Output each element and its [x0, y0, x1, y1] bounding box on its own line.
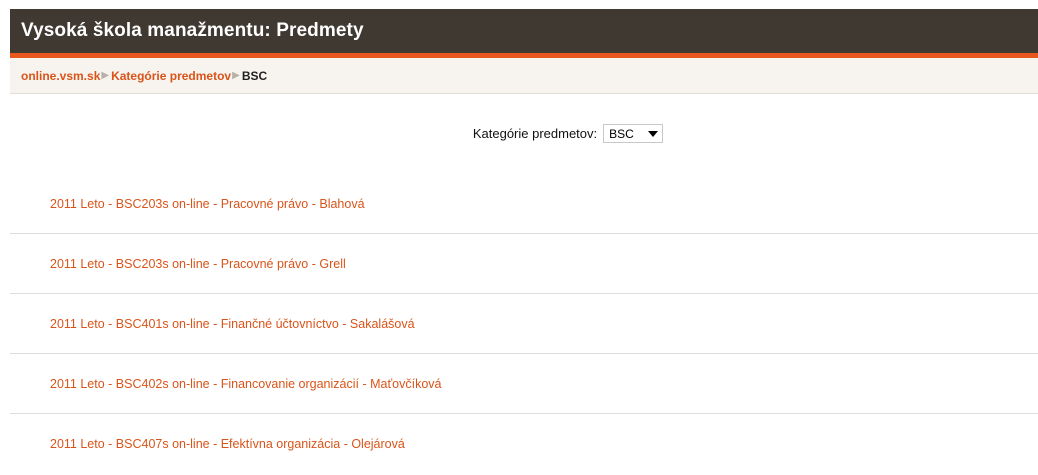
chevron-down-icon [648, 130, 659, 137]
course-link[interactable]: 2011 Leto - BSC203s on-line - Pracovné p… [50, 257, 346, 271]
category-select[interactable]: BSC [603, 124, 664, 143]
breadcrumb-link-categories[interactable]: Kategórie predmetov [111, 69, 231, 83]
category-select-label: Kategórie predmetov: [472, 126, 598, 141]
course-link[interactable]: 2011 Leto - BSC407s on-line - Efektívna … [50, 437, 405, 451]
list-item: 2011 Leto - BSC203s on-line - Pracovné p… [10, 174, 1038, 234]
breadcrumb-link-home[interactable]: online.vsm.sk [21, 69, 100, 83]
course-link[interactable]: 2011 Leto - BSC401s on-line - Finančné ú… [50, 317, 415, 331]
course-link[interactable]: 2011 Leto - BSC203s on-line - Pracovné p… [50, 197, 365, 211]
list-item: 2011 Leto - BSC402s on-line - Financovan… [10, 354, 1038, 414]
breadcrumb: online.vsm.sk ▶ Kategórie predmetov ▶ BS… [10, 58, 1038, 94]
category-selector: Kategórie predmetov: BSC [10, 124, 1038, 143]
site-header: Vysoká škola manažmentu: Predmety [10, 9, 1038, 58]
category-select-value: BSC [609, 126, 634, 141]
page-title: Vysoká škola manažmentu: Predmety [21, 20, 364, 41]
breadcrumb-current: BSC [241, 68, 268, 83]
course-list: 2011 Leto - BSC203s on-line - Pracovné p… [10, 174, 1038, 474]
list-item: 2011 Leto - BSC407s on-line - Efektívna … [10, 414, 1038, 474]
course-link[interactable]: 2011 Leto - BSC402s on-line - Financovan… [50, 377, 441, 391]
list-item: 2011 Leto - BSC401s on-line - Finančné ú… [10, 294, 1038, 354]
breadcrumb-separator-icon: ▶ [232, 70, 240, 81]
list-item: 2011 Leto - BSC203s on-line - Pracovné p… [10, 234, 1038, 294]
breadcrumb-separator-icon: ▶ [101, 70, 110, 81]
